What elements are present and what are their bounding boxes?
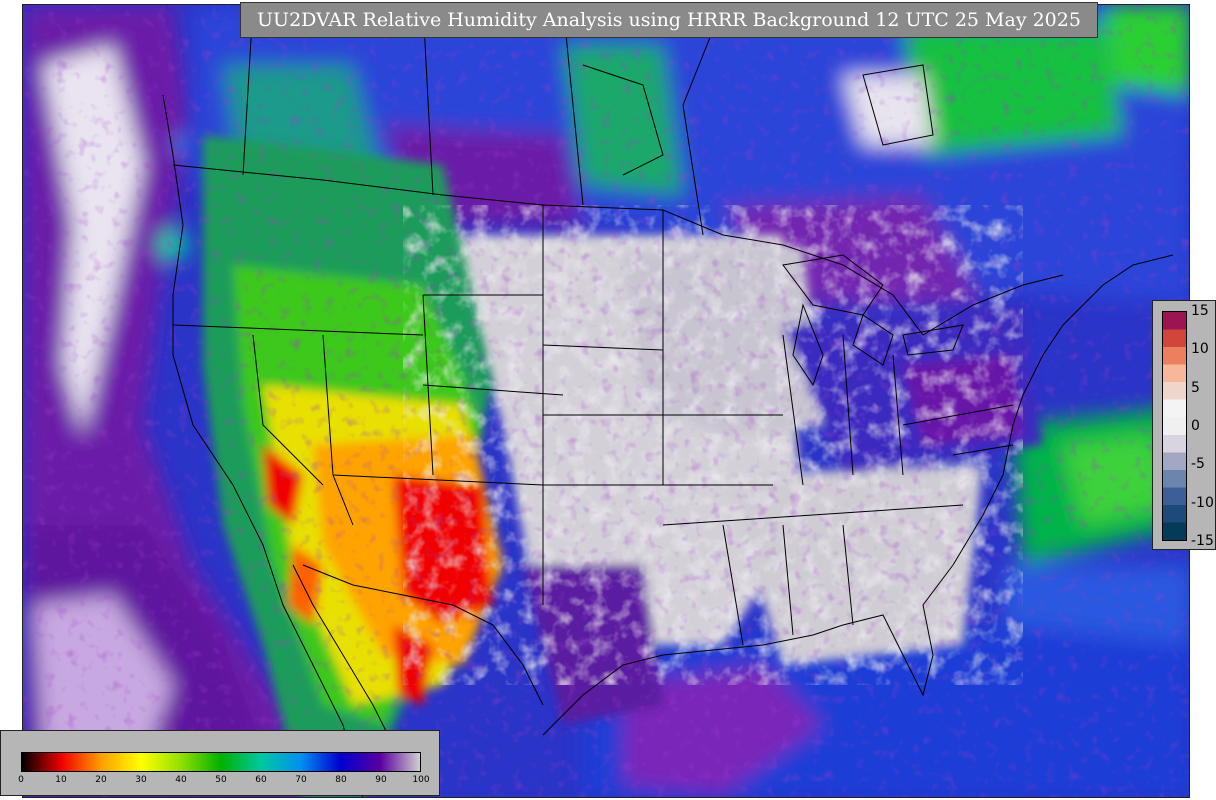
humidity-tick-label: 60 (255, 775, 267, 785)
difference-tick-label: -10 (1191, 494, 1214, 511)
humidity-tick-label: 50 (215, 775, 227, 785)
humidity-tick-label: 40 (175, 775, 187, 785)
humidity-tick-label: 90 (375, 775, 387, 785)
difference-colorbar: 15 10 5 0 -5 -10 -15 (1152, 300, 1216, 550)
difference-tick-label: 10 (1191, 341, 1209, 358)
humidity-tick-label: 80 (335, 775, 347, 785)
difference-tick-label: 15 (1191, 303, 1209, 319)
map-title: UU2DVAR Relative Humidity Analysis using… (257, 9, 1081, 31)
difference-colorbar-gradient (1162, 311, 1187, 541)
humidity-colorbar-gradient (21, 752, 421, 772)
humidity-tick-label: 30 (135, 775, 147, 785)
humidity-tick-label: 100 (412, 775, 430, 785)
map-canvas (23, 5, 1189, 797)
purple-speckle (23, 5, 1189, 797)
difference-tick-label: -15 (1191, 533, 1214, 549)
difference-tick-label: 0 (1191, 418, 1200, 434)
humidity-tick-label: 20 (95, 775, 107, 785)
humidity-tick-label: 10 (55, 775, 67, 785)
title-banner: UU2DVAR Relative Humidity Analysis using… (240, 2, 1098, 38)
humidity-tick-label: 0 (18, 775, 24, 785)
humidity-map (22, 4, 1190, 798)
humidity-tick-label: 70 (295, 775, 307, 785)
difference-tick-label: -5 (1191, 456, 1205, 473)
humidity-colorbar: 0 10 20 30 40 50 60 70 80 90 100 (0, 730, 440, 796)
difference-tick-label: 5 (1191, 379, 1200, 396)
